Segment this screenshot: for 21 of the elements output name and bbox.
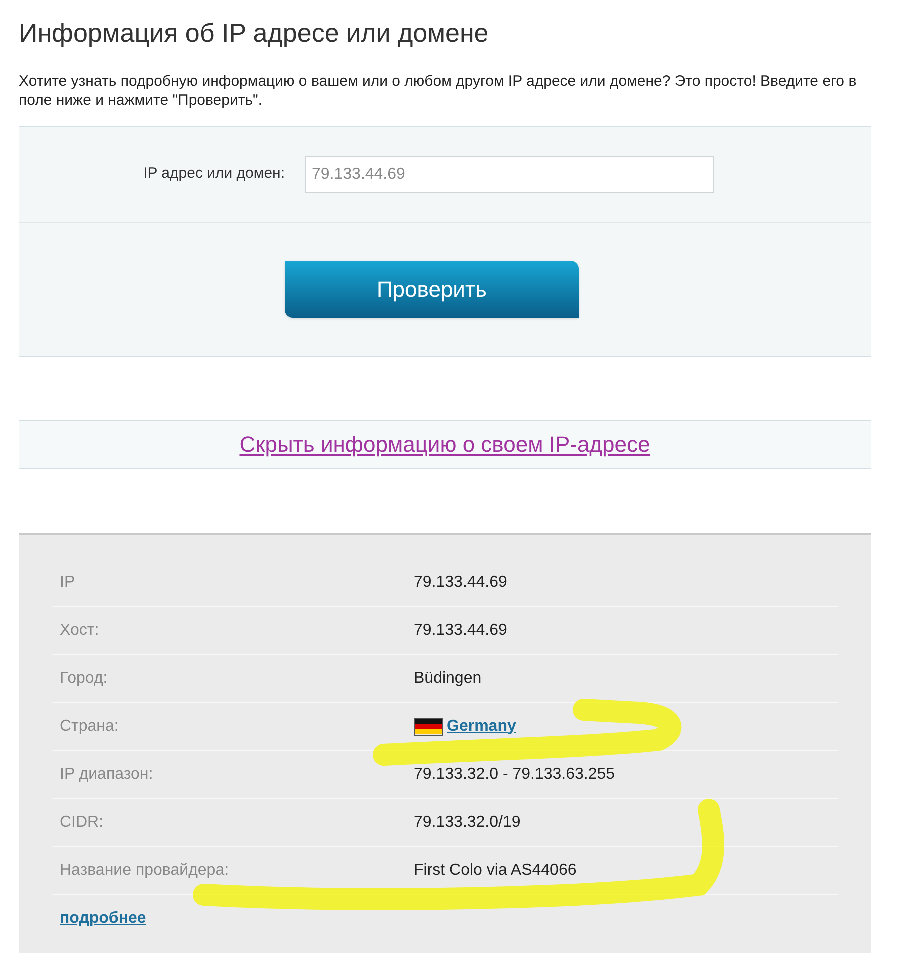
- info-label: Хост:: [59, 620, 100, 640]
- info-value: 79.133.32.0/19: [414, 812, 521, 832]
- ip-input-field[interactable]: 79.133.44.69: [305, 156, 714, 193]
- info-label: CIDR:: [59, 812, 105, 832]
- info-label: IP диапазон:: [59, 764, 154, 784]
- field-label: IP адрес или домен:: [142, 164, 285, 184]
- info-value: Büdingen: [414, 668, 482, 688]
- info-value: 79.133.32.0 - 79.133.63.255: [414, 764, 616, 784]
- page-title: Информация об IP адресе или домене: [19, 17, 490, 49]
- check-button[interactable]: Проверить: [285, 261, 579, 318]
- info-label: Город:: [59, 668, 109, 688]
- germany-flag-icon: [414, 718, 443, 736]
- info-label: Название провайдера:: [59, 860, 230, 880]
- more-details-link[interactable]: подробнее: [60, 907, 146, 931]
- country-link[interactable]: Germany: [447, 714, 516, 738]
- info-label: IP: [59, 572, 76, 592]
- intro-text: Хотите узнать подробную информацию о вашем или о любом другом IP адресе или домене? Это просто! Введите его в поле ниже и нажмите "Проверить".: [19, 72, 858, 110]
- info-value: 79.133.44.69: [414, 620, 508, 640]
- info-value: 79.133.44.69: [414, 572, 508, 592]
- info-label: Страна:: [59, 716, 120, 736]
- info-value: First Colo via AS44066: [414, 860, 577, 880]
